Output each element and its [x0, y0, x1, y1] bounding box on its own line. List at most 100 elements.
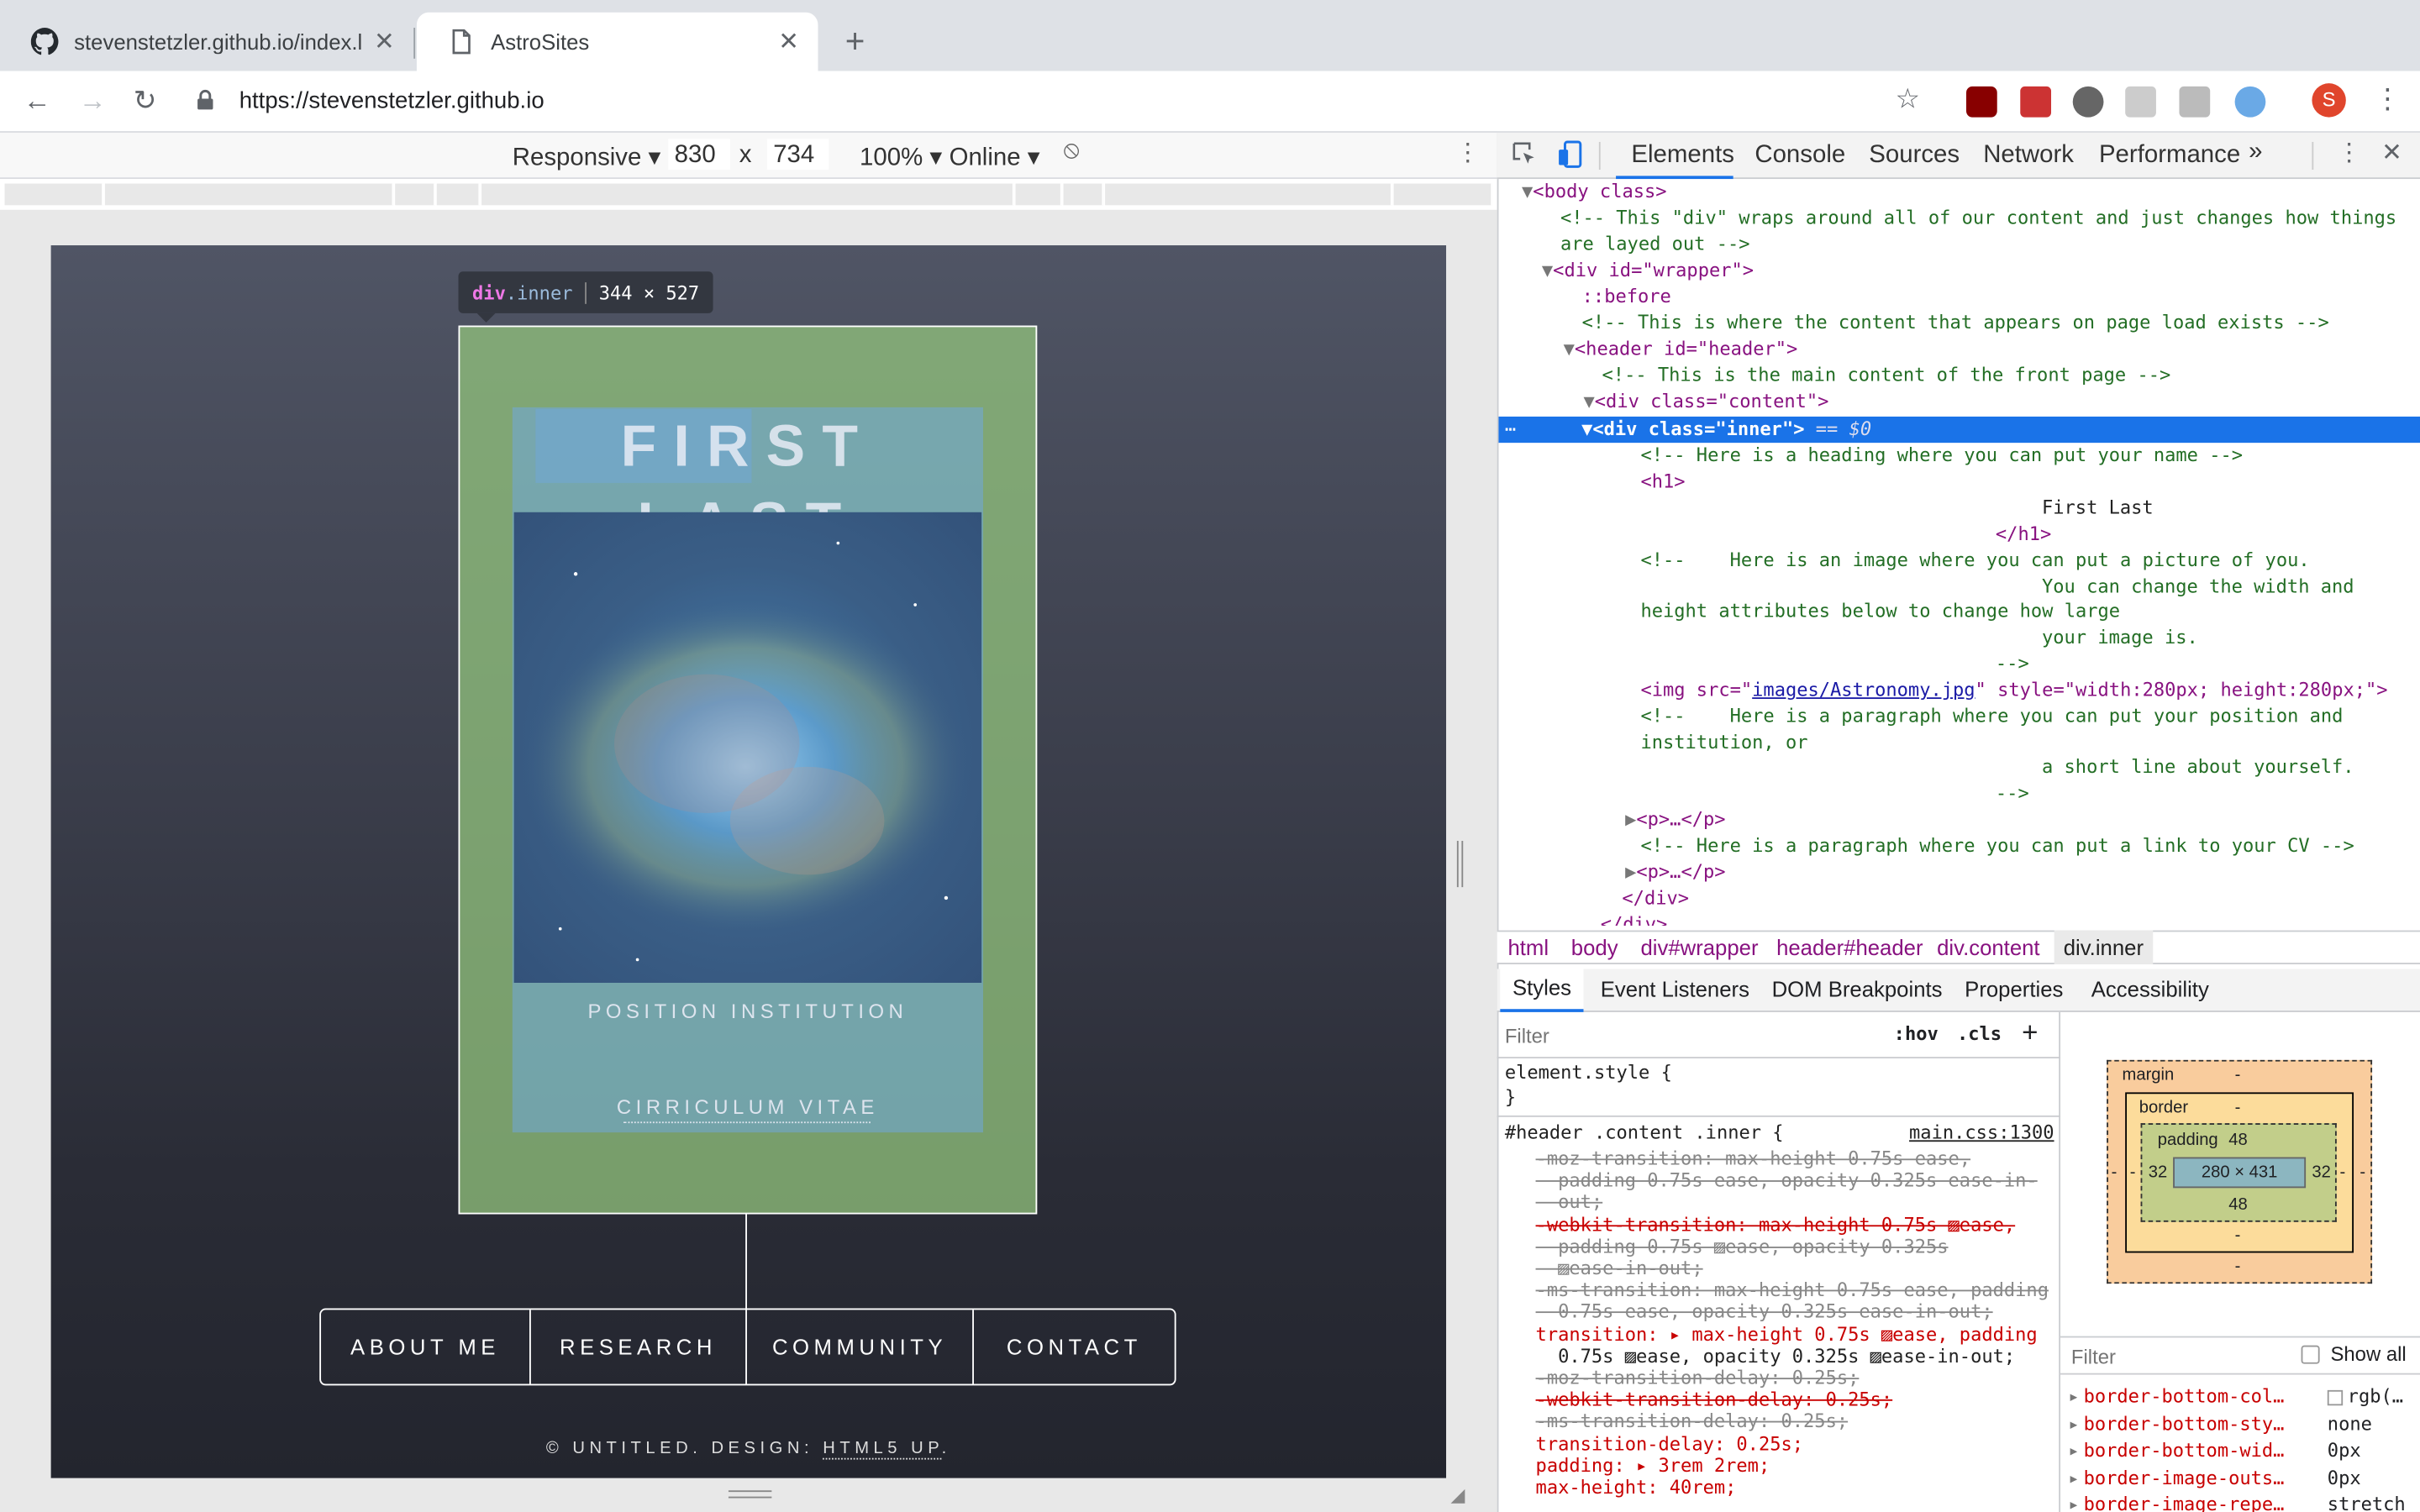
cls-toggle[interactable]: .cls [1957, 1023, 2002, 1045]
declaration[interactable]: padding 0.75s ease, opacity 0.325s ease-… [1536, 1169, 2038, 1191]
margin-bottom-value[interactable]: - [2235, 1257, 2241, 1276]
css-icon[interactable] [2125, 86, 2156, 118]
nav-community[interactable]: COMMUNITY [747, 1310, 974, 1384]
declaration[interactable]: 0.75s ▨ease, opacity 0.325s ▨ease-in-out… [1536, 1346, 2015, 1368]
declaration[interactable]: -moz-transition-delay: 0.25s; [1536, 1367, 1860, 1389]
media-query-segment[interactable] [104, 183, 394, 206]
dom-comment[interactable]: institution, or [1640, 730, 1807, 756]
dom-node[interactable]: ▶<p>…</p> [1625, 807, 1725, 833]
lock-icon[interactable] [194, 89, 216, 112]
declaration[interactable]: 0.75s ease, opacity 0.325s ease-in-out; [1536, 1300, 1993, 1322]
tab-console[interactable]: Console [1754, 142, 1845, 170]
menu-icon[interactable]: ⋮ [2374, 83, 2402, 116]
device-toggle-icon[interactable] [1557, 140, 1585, 168]
dom-comment[interactable]: height attributes below to change how la… [1640, 599, 2120, 625]
padding-top-value[interactable]: 48 [2228, 1131, 2248, 1149]
dom-text-node[interactable]: First Last [2042, 496, 2154, 522]
box-model-content[interactable]: 280 × 431 [2173, 1157, 2307, 1189]
tab-network[interactable]: Network [1983, 142, 2074, 170]
dom-comment[interactable]: You can change the width and [2042, 574, 2354, 600]
padding-left-value[interactable]: 32 [2149, 1163, 2168, 1182]
cv-link[interactable]: CIRRICULUM VITAE [513, 1095, 983, 1119]
media-query-segment[interactable] [1105, 183, 1392, 206]
media-query-segment[interactable] [481, 183, 1014, 206]
ublock-icon[interactable] [1966, 86, 1997, 118]
nav-research[interactable]: RESEARCH [531, 1310, 747, 1384]
declaration[interactable]: -ms-transition-delay: 0.25s; [1536, 1410, 1849, 1432]
dom-comment[interactable]: --> [1996, 780, 2029, 806]
breadcrumb-item[interactable]: div#wrapper [1640, 935, 1758, 959]
new-tab-button[interactable]: + [835, 22, 876, 62]
media-query-segment[interactable] [1015, 183, 1062, 206]
dom-node[interactable]: </h1> [1996, 522, 2051, 548]
element-style-selector[interactable]: element.style { [1505, 1062, 1672, 1084]
border-top-value[interactable]: - [2235, 1099, 2241, 1117]
dom-node[interactable]: <h1> [1640, 469, 1685, 495]
extension-icon[interactable] [2072, 86, 2104, 118]
dom-comment[interactable]: <!-- This is the main content of the fro… [1602, 363, 2171, 389]
subtab-styles[interactable]: Styles [1500, 969, 1584, 1012]
star-icon[interactable]: ☆ [1896, 83, 1921, 116]
breadcrumb-item[interactable]: header#header [1776, 935, 1923, 959]
declaration[interactable]: -webkit-transition: max-height 0.75s ▨ea… [1536, 1215, 2016, 1236]
computed-row[interactable]: ▸ border-bottom-wid… 0px [2068, 1438, 2420, 1465]
media-query-segment[interactable] [1393, 183, 1493, 206]
show-all-checkbox[interactable] [2301, 1345, 2320, 1364]
border-left-value[interactable]: - [2130, 1163, 2136, 1182]
tab-elements[interactable]: Elements [1616, 133, 1734, 180]
close-devtools-icon[interactable]: ✕ [2381, 137, 2402, 168]
dom-node[interactable]: <img src="images/Astronomy.jpg" style="w… [1640, 677, 2387, 703]
forward-icon[interactable]: → [74, 85, 111, 118]
declaration[interactable]: ▨ease-in-out; [1536, 1257, 1703, 1279]
resize-handle-bottom[interactable] [728, 1490, 772, 1499]
device-mode-select[interactable]: Responsive ▾ [513, 142, 660, 173]
dom-comment[interactable]: <!-- Here is a heading where you can put… [1640, 443, 2243, 469]
nav-contact[interactable]: CONTACT [974, 1310, 1175, 1383]
dom-comment[interactable]: <!-- Here is an image where you can put … [1640, 548, 2309, 574]
close-icon[interactable]: ✕ [771, 26, 805, 57]
dom-comment[interactable]: <!-- Here is a paragraph where you can p… [1640, 833, 2354, 859]
declaration[interactable]: transition: ▸ max-height 0.75s ▨ease, pa… [1536, 1324, 2038, 1346]
dom-comment[interactable]: <!-- Here is a paragraph where you can p… [1640, 704, 2343, 730]
breadcrumb-item[interactable]: div.content [1937, 935, 2039, 959]
tab-performance[interactable]: Performance [2099, 142, 2240, 170]
computed-filter-input[interactable] [2070, 1341, 2272, 1371]
declaration[interactable]: out; [1536, 1191, 1602, 1213]
tab-astrosites[interactable]: AstroSites ✕ [416, 12, 818, 71]
dom-node[interactable]: ▶<p>…</p> [1625, 859, 1725, 885]
nav-about-me[interactable]: ABOUT ME [321, 1310, 531, 1384]
breadcrumb-item-active[interactable]: div.inner [2054, 930, 2154, 964]
back-icon[interactable]: ← [18, 85, 55, 118]
dom-node[interactable]: </div> [1601, 912, 1668, 926]
footer-link[interactable]: HTML5 UP [823, 1439, 942, 1460]
declaration[interactable]: padding 0.75s ▨ease, opacity 0.325s [1536, 1236, 1948, 1257]
devtools-menu-icon[interactable]: ⋮ [2337, 137, 2361, 168]
padding-right-value[interactable]: 32 [2312, 1163, 2331, 1182]
styles-filter-input[interactable] [1504, 1020, 1876, 1051]
media-query-segment[interactable] [1063, 183, 1104, 206]
computed-row[interactable]: ▸ border-bottom-col… rgb(… [2068, 1384, 2420, 1411]
media-query-segment[interactable] [436, 183, 481, 206]
more-tabs-icon[interactable]: » [2249, 139, 2262, 166]
subtab-properties[interactable]: Properties [1965, 977, 2063, 1001]
dom-comment[interactable]: your image is. [2042, 625, 2198, 651]
more-options-icon[interactable]: ⋮ [1455, 137, 1480, 168]
tab-sources[interactable]: Sources [1869, 142, 1960, 170]
corner-resize-icon[interactable]: ◢ [1451, 1484, 1465, 1506]
rule-selector[interactable]: #header .content .inner { [1505, 1121, 1784, 1143]
avatar[interactable]: S [2312, 83, 2346, 118]
breadcrumb-item[interactable]: body [1571, 935, 1618, 959]
declaration[interactable]: -webkit-transition-delay: 0.25s; [1536, 1389, 1893, 1410]
declaration[interactable]: max-height: 40rem; [1536, 1477, 1737, 1499]
zoom-select[interactable]: 100% ▾ [860, 142, 942, 173]
resize-handle[interactable] [1456, 841, 1464, 888]
declaration[interactable]: -ms-transition: max-height 0.75s ease, p… [1536, 1279, 2049, 1301]
declaration[interactable]: padding: ▸ 3rem 2rem; [1536, 1455, 1770, 1477]
border-bottom-value[interactable]: - [2235, 1226, 2241, 1245]
dom-node[interactable]: ▼<header id="header"> [1564, 336, 1798, 362]
inspect-icon[interactable] [1512, 142, 1537, 166]
breadcrumb-item[interactable]: html [1507, 935, 1549, 959]
margin-left-value[interactable]: - [2112, 1163, 2118, 1182]
dom-comment[interactable]: <!-- This "div" wraps around all of our … [1560, 205, 2396, 231]
hov-toggle[interactable]: :hov [1894, 1023, 1939, 1045]
